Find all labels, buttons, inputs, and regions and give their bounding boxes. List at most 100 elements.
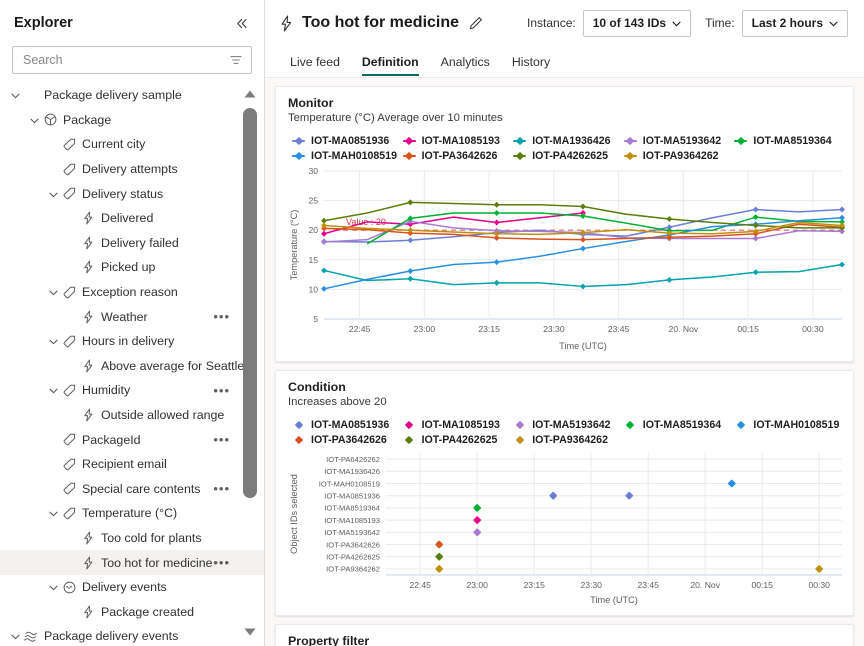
condition-subtitle: Increases above 20	[288, 396, 387, 408]
chevron-down-icon[interactable]	[46, 192, 60, 198]
tree-item-picked-up[interactable]: Picked up	[0, 255, 264, 280]
tree-item-label: Hours in delivery	[82, 334, 175, 349]
bolt-icon	[79, 236, 97, 250]
tree-item-label: Weather	[101, 309, 148, 324]
scrollbar-thumb[interactable]	[243, 108, 257, 498]
tree-item-delivery-status[interactable]: Delivery status	[0, 181, 264, 206]
tree-item-too-cold-for-plants[interactable]: Too cold for plants	[0, 526, 264, 551]
tree-item-special-care-contents[interactable]: Special care contents •••	[0, 477, 264, 502]
chevron-down-icon[interactable]	[8, 93, 22, 99]
legend-item[interactable]: IOT-MA1085193	[399, 133, 510, 148]
search-input[interactable]	[23, 53, 229, 67]
tree-item-recipient-email[interactable]: Recipient email	[0, 452, 264, 477]
collapse-panel-icon[interactable]	[230, 12, 252, 34]
tree-item-hours-in-delivery[interactable]: Hours in delivery	[0, 329, 264, 354]
explorer-scrollbar[interactable]	[242, 86, 258, 640]
tab-history[interactable]: History	[501, 46, 561, 77]
legend-item[interactable]: IOT-PA3642626	[288, 432, 399, 447]
legend-item[interactable]: IOT-MA8519364	[620, 417, 731, 432]
tree-item-more-icon[interactable]: •••	[213, 310, 230, 323]
legend-item[interactable]: IOT-PA4262625	[399, 432, 510, 447]
legend-item[interactable]: IOT-MA5193642	[509, 417, 620, 432]
legend-item[interactable]: IOT-PA4262625	[509, 148, 620, 163]
svg-text:IOT-MA0851936: IOT-MA0851936	[324, 492, 380, 501]
tree-item-temperature-c[interactable]: Temperature (°C)	[0, 501, 264, 526]
legend-marker-icon	[292, 435, 305, 444]
chevron-down-icon[interactable]	[46, 290, 60, 296]
tree-item-label: Humidity	[82, 383, 131, 398]
svg-text:23:45: 23:45	[637, 580, 659, 590]
instance-value: 10 of 143 IDs	[592, 16, 667, 30]
legend-item[interactable]: IOT-PA9364262	[509, 432, 620, 447]
chevron-down-icon[interactable]	[46, 511, 60, 517]
legend-label: IOT-PA4262625	[421, 433, 498, 446]
legend-marker-icon	[734, 420, 747, 429]
scrollbar-track[interactable]	[243, 108, 257, 592]
tree-item-more-icon[interactable]: •••	[213, 556, 230, 569]
tree-item-humidity[interactable]: Humidity •••	[0, 378, 264, 403]
chevron-down-icon[interactable]	[46, 585, 60, 591]
tree-item-package-delivery-sample[interactable]: Package delivery sample	[0, 83, 264, 108]
chevron-down-icon[interactable]	[46, 388, 60, 394]
tree-item-label: Package delivery sample	[44, 88, 182, 103]
tab-analytics[interactable]: Analytics	[430, 46, 501, 77]
tree-item-package[interactable]: Package	[0, 108, 264, 133]
content-area: Monitor Temperature (°C) Average over 10…	[265, 78, 864, 646]
tree-item-delivery-attempts[interactable]: Delivery attempts	[0, 157, 264, 182]
tree-item-label: Too cold for plants	[101, 530, 202, 545]
svg-text:00:15: 00:15	[737, 324, 759, 334]
tree-item-exception-reason[interactable]: Exception reason	[0, 280, 264, 305]
bolt-icon	[79, 260, 97, 274]
legend-item[interactable]: IOT-MAH0108519	[288, 148, 399, 163]
legend-item[interactable]: IOT-MA1085193	[399, 417, 510, 432]
filter-icon[interactable]	[229, 53, 243, 67]
tree-item-current-city[interactable]: Current city	[0, 132, 264, 157]
chevron-down-icon[interactable]	[27, 118, 41, 124]
instance-dropdown[interactable]: 10 of 143 IDs	[582, 9, 692, 37]
svg-text:20: 20	[308, 225, 318, 235]
tree-item-package-created[interactable]: Package created	[0, 599, 264, 624]
legend-item[interactable]: IOT-PA3642626	[399, 148, 510, 163]
legend-item[interactable]: IOT-MA8519364	[730, 133, 841, 148]
legend-marker-icon	[403, 435, 416, 444]
scroll-up-icon[interactable]	[242, 86, 258, 102]
legend-item[interactable]: IOT-MAH0108519	[730, 417, 841, 432]
monitor-title: Monitor	[288, 96, 334, 110]
svg-text:23:15: 23:15	[523, 580, 545, 590]
legend-item[interactable]: IOT-MA0851936	[288, 133, 399, 148]
pencil-edit-icon[interactable]	[469, 16, 483, 30]
tree-item-delivery-failed[interactable]: Delivery failed	[0, 231, 264, 256]
chevron-down-icon[interactable]	[8, 634, 22, 640]
chevron-down-icon[interactable]	[46, 339, 60, 345]
legend-item[interactable]: IOT-MA5193642	[620, 133, 731, 148]
tree-item-more-icon[interactable]: •••	[213, 482, 230, 495]
tree-item-delivery-events[interactable]: Delivery events	[0, 575, 264, 600]
svg-text:23:30: 23:30	[543, 324, 565, 334]
svg-text:25: 25	[308, 196, 318, 206]
legend-item[interactable]: IOT-MA1936426	[509, 133, 620, 148]
legend-item[interactable]: IOT-MA0851936	[288, 417, 399, 432]
svg-text:23:45: 23:45	[608, 324, 630, 334]
tree-item-weather[interactable]: Weather •••	[0, 304, 264, 329]
tree-item-packageid[interactable]: PackageId •••	[0, 427, 264, 452]
search-box[interactable]	[12, 46, 252, 74]
tab-live-feed[interactable]: Live feed	[279, 46, 351, 77]
tree-item-above-average-for-seattle[interactable]: Above average for Seattle	[0, 354, 264, 379]
time-control: Time: Last 2 hours	[705, 9, 848, 37]
tree-item-too-hot-for-medicine[interactable]: Too hot for medicine •••	[0, 550, 264, 575]
tree-item-outside-allowed-range[interactable]: Outside allowed range	[0, 403, 264, 428]
svg-text:IOT-PA4262625: IOT-PA4262625	[326, 553, 380, 562]
tree-item-package-delivery-events[interactable]: Package delivery events	[0, 624, 264, 646]
tree-item-more-icon[interactable]: •••	[213, 433, 230, 446]
page-title: Too hot for medicine	[302, 14, 460, 31]
tab-definition[interactable]: Definition	[351, 46, 430, 77]
tree-item-label: PackageId	[82, 432, 141, 447]
svg-text:5: 5	[313, 314, 318, 324]
tree-item-delivered[interactable]: Delivered	[0, 206, 264, 231]
tag-icon	[60, 286, 78, 299]
legend-item[interactable]: IOT-PA9364262	[620, 148, 731, 163]
tree-item-more-icon[interactable]: •••	[213, 384, 230, 397]
time-range-dropdown[interactable]: Last 2 hours	[741, 9, 848, 37]
svg-text:30: 30	[308, 166, 318, 176]
scroll-down-icon[interactable]	[242, 624, 258, 640]
